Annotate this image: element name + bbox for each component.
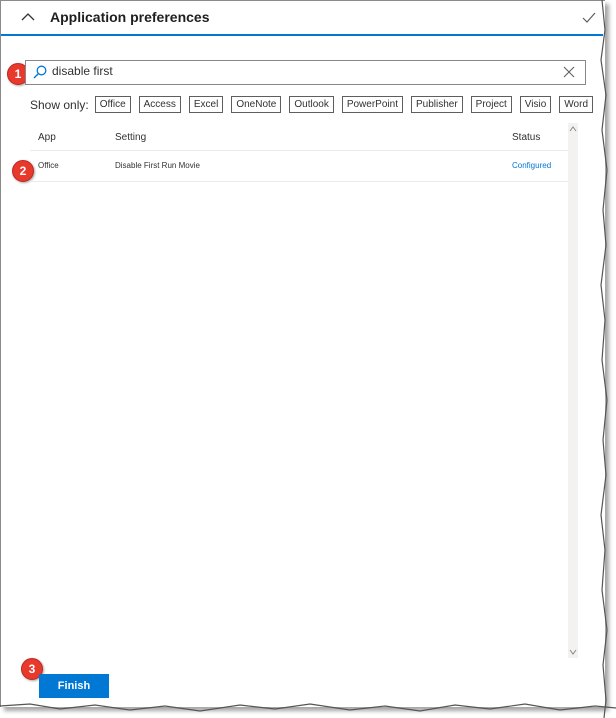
row-setting: Disable First Run Movie xyxy=(115,161,200,170)
filter-access[interactable]: Access xyxy=(138,96,181,113)
search-input[interactable] xyxy=(52,61,552,82)
close-icon[interactable] xyxy=(563,66,575,78)
filter-project[interactable]: Project xyxy=(470,96,512,113)
torn-edge-bottom xyxy=(0,703,616,712)
filter-word[interactable]: Word xyxy=(559,96,594,113)
chevron-down-icon[interactable] xyxy=(569,648,577,656)
column-header-app[interactable]: App xyxy=(38,132,56,143)
chevron-up-icon[interactable] xyxy=(569,125,577,133)
row-status-link[interactable]: Configured xyxy=(512,161,551,170)
search-icon xyxy=(33,65,47,79)
section-header[interactable]: Application preferences xyxy=(1,1,603,36)
filter-label: Show only: xyxy=(30,97,89,112)
vertical-scrollbar[interactable] xyxy=(568,123,578,658)
chevron-up-icon[interactable] xyxy=(21,10,35,24)
filter-publisher[interactable]: Publisher xyxy=(410,96,463,113)
column-header-status[interactable]: Status xyxy=(512,132,540,143)
filter-excel[interactable]: Excel xyxy=(188,96,224,113)
section-title: Application preferences xyxy=(50,9,210,25)
table-row[interactable]: Office Disable First Run Movie Configure… xyxy=(30,151,568,182)
filter-onenote[interactable]: OneNote xyxy=(231,96,282,113)
filter-powerpoint[interactable]: PowerPoint xyxy=(341,96,403,113)
filter-outlook[interactable]: Outlook xyxy=(289,96,334,113)
search-box[interactable] xyxy=(25,60,586,85)
column-header-setting[interactable]: Setting xyxy=(115,132,146,143)
app-filter-row: Show only: Office Access Excel OneNote O… xyxy=(30,96,601,113)
settings-table: App Setting Status Office Disable First … xyxy=(30,128,568,182)
filter-office[interactable]: Office xyxy=(94,96,131,113)
table-header: App Setting Status xyxy=(30,128,568,151)
row-app: Office xyxy=(38,161,59,170)
checkmark-icon xyxy=(582,12,596,23)
finish-button[interactable]: Finish xyxy=(39,674,109,698)
filter-visio[interactable]: Visio xyxy=(519,96,552,113)
